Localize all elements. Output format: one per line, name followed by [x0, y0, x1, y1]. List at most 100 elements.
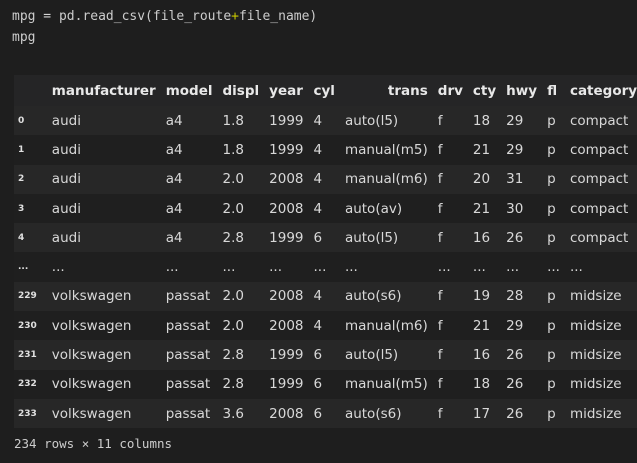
table-cell: 1999 [269, 347, 304, 364]
table-cell: 2.0 [222, 317, 244, 334]
table-cell: p [547, 141, 556, 158]
row-index: 3 [18, 203, 25, 214]
table-row: .................................... [14, 252, 637, 282]
table-row: 0 audi a4 1.8 1999 4 auto(l5) f 18 29 p compact [14, 106, 637, 136]
table-cell: compact [569, 141, 629, 158]
column-header: year [269, 82, 303, 99]
table-cell: compact [569, 200, 629, 217]
table-cell: 2008 [269, 317, 304, 334]
table-cell: f [437, 141, 443, 158]
code-line-2: mpg [12, 30, 36, 45]
table-cell: 26 [506, 376, 524, 393]
code-call: pd.read_csv(file_route [58, 9, 232, 24]
code-cell[interactable]: mpg = pd.read_csv(file_route+file_name) … [12, 6, 317, 48]
table-cell: passat [165, 317, 211, 334]
table-cell: f [437, 229, 443, 246]
table-cell: ... [51, 259, 65, 276]
table-cell: 1.8 [222, 112, 244, 129]
table-cell: 29 [506, 317, 524, 334]
table-cell: 1999 [269, 376, 304, 393]
table-cell: ... [165, 259, 179, 276]
table-cell: 6 [313, 347, 323, 364]
table-cell: 4 [313, 288, 323, 305]
table-cell: 18 [472, 376, 491, 393]
table-cell: f [437, 317, 443, 334]
table-cell: 1999 [269, 112, 304, 129]
table-cell: volkswagen [51, 317, 132, 334]
table-cell: f [437, 347, 443, 364]
table-cell: passat [165, 376, 211, 393]
table-cell: 2.8 [222, 347, 244, 364]
table-cell: 6 [313, 405, 323, 422]
table-cell: auto(s6) [344, 288, 402, 305]
table-cell: p [547, 405, 556, 422]
table-cell: 26 [506, 347, 524, 364]
table-cell: 19 [472, 288, 491, 305]
column-header: manufacturer [51, 82, 156, 99]
table-cell: 2.8 [222, 229, 244, 246]
table-cell: ... [569, 259, 583, 276]
table-cell: f [437, 200, 443, 217]
column-header: cyl [313, 82, 335, 99]
row-index: 4 [18, 232, 25, 243]
table-cell: 4 [313, 112, 323, 129]
table-cell: 21 [472, 317, 491, 334]
table-cell: 28 [506, 288, 524, 305]
table-cell: a4 [165, 141, 183, 158]
table-cell: volkswagen [51, 288, 132, 305]
table-row: 230 volkswagen passat 2.0 2008 4 manual(m6) f 21… [14, 311, 637, 341]
table-cell: a4 [165, 200, 183, 217]
table-cell: 4 [313, 317, 323, 334]
table-cell: f [437, 112, 443, 129]
table-cell: ... [269, 259, 283, 276]
table-cell: ... [437, 259, 451, 276]
table-cell: auto(l5) [344, 112, 399, 129]
table-cell: 4 [313, 141, 323, 158]
table-cell: compact [569, 229, 629, 246]
table-cell: 1.8 [222, 141, 244, 158]
table-cell: 16 [472, 347, 491, 364]
table-cell: 20 [472, 171, 491, 188]
row-index: 232 [18, 379, 37, 390]
table-cell: 31 [506, 171, 524, 188]
table-cell: p [547, 376, 556, 393]
row-index: 233 [18, 408, 37, 419]
column-header: model [165, 82, 213, 99]
table-cell: compact [569, 171, 629, 188]
table-cell: auto(av) [344, 200, 403, 217]
table-cell: 21 [472, 141, 491, 158]
column-header: cty [472, 82, 497, 99]
table-cell: compact [569, 112, 629, 129]
table-cell: auto(s6) [344, 405, 402, 422]
table-cell: p [547, 171, 556, 188]
table-cell: 2008 [269, 200, 304, 217]
column-header: drv [437, 82, 463, 99]
table-cell: audi [51, 171, 81, 188]
table-cell: 1999 [269, 141, 304, 158]
table-cell: passat [165, 405, 211, 422]
dataframe-table: manufacturer model displ year cyl trans drv cty… [14, 75, 637, 429]
table-cell: auto(l5) [344, 347, 399, 364]
code-plus: + [231, 9, 239, 24]
table-cell: 30 [506, 200, 524, 217]
table-row: 233 volkswagen passat 3.6 2008 6 auto(s6) f 17 26… [14, 398, 637, 429]
table-cell: 29 [506, 141, 524, 158]
table-cell: 2.0 [222, 200, 244, 217]
table-cell: f [437, 376, 443, 393]
table-cell: passat [165, 288, 211, 305]
table-cell: p [547, 288, 556, 305]
table-cell: ... [472, 259, 486, 276]
table-cell: 2008 [269, 288, 304, 305]
table-row: 3 audi a4 2.0 2008 4 auto(av) f 21 30 p compact [14, 193, 637, 224]
table-cell: p [547, 229, 556, 246]
dataframe-shape: 234 rows × 11 columns [14, 436, 173, 451]
table-cell: 26 [506, 229, 524, 246]
column-header: displ [222, 82, 260, 99]
table-cell: a4 [165, 171, 183, 188]
table-header-row: manufacturer model displ year cyl trans drv cty… [14, 75, 637, 106]
table-row: 4 audi a4 2.8 1999 6 auto(l5) f 16 26 p compact [14, 223, 637, 253]
table-cell: 2.8 [222, 376, 244, 393]
table-cell: passat [165, 347, 211, 364]
code-assign: = [35, 9, 59, 24]
table-cell: f [437, 171, 443, 188]
